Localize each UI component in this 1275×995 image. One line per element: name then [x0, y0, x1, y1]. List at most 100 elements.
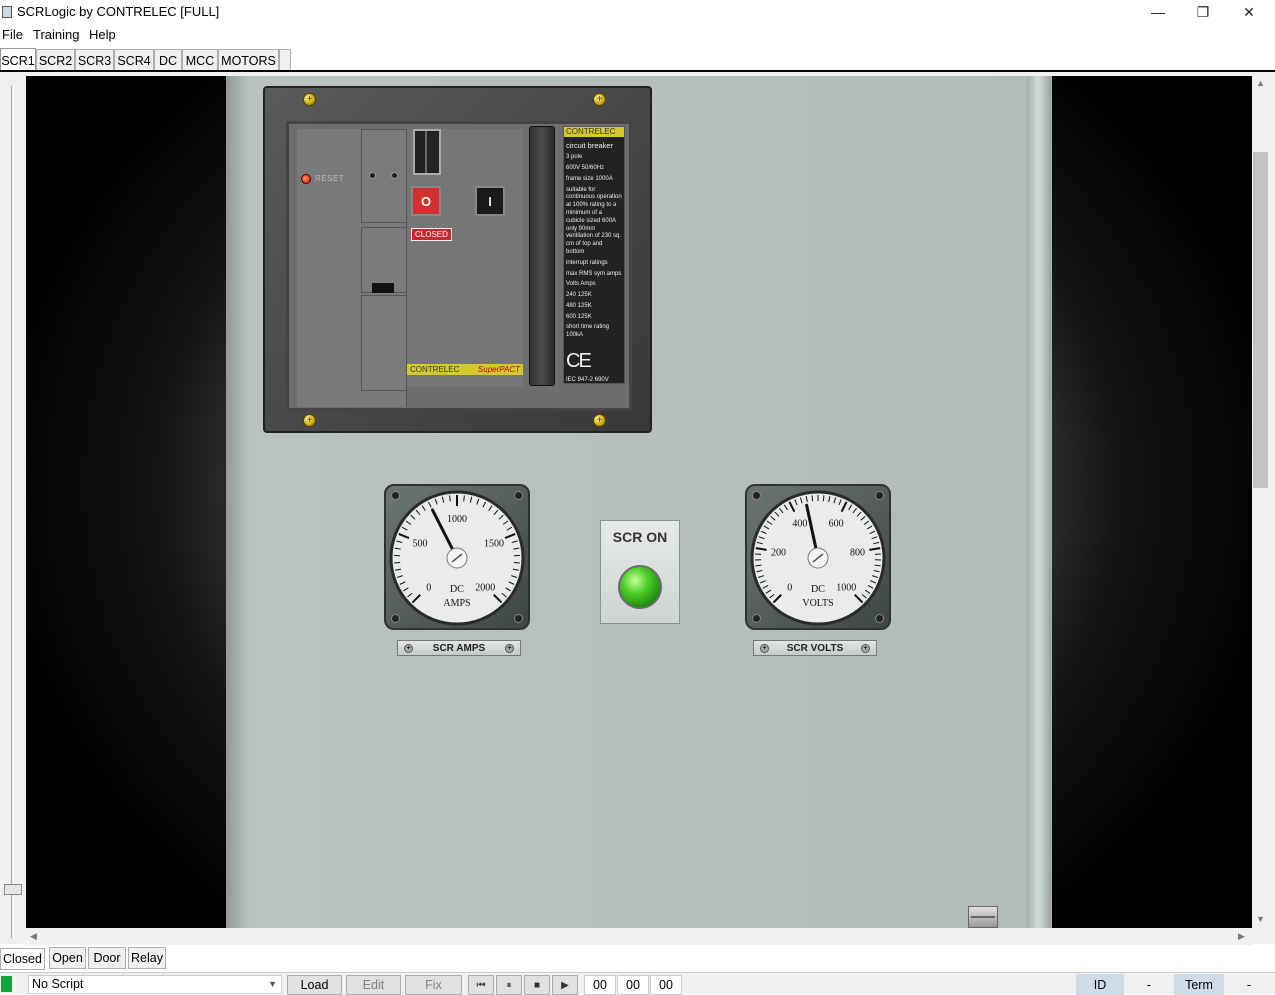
scr-on-button[interactable] [618, 565, 662, 609]
time-hours: 00 [584, 975, 616, 995]
scroll-right-icon[interactable]: ▶ [1238, 931, 1245, 942]
volts-dial: 02004006008001000DCVOLTS [747, 486, 889, 628]
id-label: ID [1076, 974, 1124, 995]
breaker-handle-rail[interactable] [529, 126, 555, 386]
nameplate-line: frame size 1000A [566, 176, 622, 184]
dial-tick [823, 495, 824, 501]
minimize-button[interactable]: — [1135, 0, 1181, 24]
restore-button[interactable]: ❐ [1180, 0, 1226, 24]
dial-tick-label: 1500 [484, 539, 504, 550]
scr-volts-plate: + SCR VOLTS + [753, 640, 877, 656]
dial-tick [464, 495, 465, 501]
vertical-scrollbar[interactable]: ▲ ▼ [1252, 76, 1269, 928]
time-seconds: 00 [650, 975, 682, 995]
skip-back-icon[interactable]: ⏮ [468, 975, 494, 995]
door-latch[interactable] [968, 906, 998, 928]
lower-bay [361, 295, 407, 391]
close-button[interactable]: ✕ [1226, 0, 1272, 24]
title-bar: SCRLogic by CONTRELEC [FULL] — ❐ ✕ [0, 0, 1275, 24]
charge-handle-slot[interactable] [413, 129, 441, 175]
scroll-up-icon[interactable]: ▲ [1256, 78, 1265, 88]
window-title: SCRLogic by CONTRELEC [FULL] [17, 4, 219, 19]
stop-icon[interactable]: ■ [524, 975, 550, 995]
menu-training[interactable]: Training [33, 27, 79, 42]
breaker-open-button[interactable]: O [411, 186, 441, 216]
dial-tick-label: 0 [787, 582, 792, 593]
meter-screw-icon [752, 614, 761, 623]
tab-closed[interactable]: Closed [0, 948, 45, 970]
meter-screw-icon [391, 614, 400, 623]
tab-mcc[interactable]: MCC [182, 49, 218, 71]
scroll-down-icon[interactable]: ▼ [1256, 914, 1265, 924]
meter-screw-icon [875, 491, 884, 500]
trip-bay [361, 129, 407, 223]
tab-relay[interactable]: Relay [128, 947, 166, 969]
tab-door[interactable]: Door [88, 947, 126, 969]
bay-screw-icon [369, 172, 376, 179]
close-symbol: I [488, 194, 492, 209]
dial-tick-label: 400 [792, 518, 807, 529]
screw-icon: + [303, 93, 316, 106]
dial-tick [450, 495, 451, 501]
tab-open[interactable]: Open [49, 947, 86, 969]
meter-screw-icon [514, 614, 523, 623]
nameplate-specs: 3 pole600V 50/60Hzframe size 1000Asuitab… [566, 154, 622, 340]
ce-mark: CE [566, 348, 622, 374]
scr-on-station: SCR ON [600, 520, 680, 624]
menu-help[interactable]: Help [89, 27, 116, 42]
nameplate-line: max RMS sym amps [566, 271, 622, 279]
cabinet-edge-left [226, 76, 246, 928]
scr-amps-label: SCR AMPS [433, 643, 485, 654]
fix-button[interactable]: Fix [405, 975, 462, 995]
scr-volts-label: SCR VOLTS [787, 643, 843, 654]
nameplate-line: IEC 947-2 690V 50/60Hz [566, 377, 622, 384]
tab-scr1[interactable]: SCR1 [0, 48, 36, 72]
tab-scr3[interactable]: SCR3 [75, 49, 114, 71]
nameplate-brand: CONTRELEC [564, 127, 624, 137]
dial-tick-label: 600 [829, 518, 844, 529]
menu-file[interactable]: File [2, 27, 23, 42]
screw-icon: + [303, 414, 316, 427]
script-select-value: No Script [32, 977, 83, 991]
nameplate-line: 480 125K [566, 303, 622, 311]
zoom-slider-thumb[interactable] [4, 884, 22, 895]
vertical-scroll-thumb[interactable] [1253, 152, 1268, 488]
horizontal-scrollbar[interactable]: ◀ ▶ [26, 928, 1252, 945]
plate-screw-icon: + [861, 644, 870, 653]
dial-tick-label: 2000 [475, 582, 495, 593]
breaker-brand: CONTRELEC [410, 364, 459, 375]
zoom-slider-track[interactable] [11, 86, 14, 938]
open-symbol: O [421, 194, 431, 209]
scr-amps-meter: 0500100015002000DCAMPS [384, 484, 530, 630]
dial-tick-label: 500 [413, 539, 428, 550]
load-button[interactable]: Load [287, 975, 342, 995]
nameplate-footer: IEC 947-2 690V 50/60HzIcu 380/415V 150kA… [566, 377, 622, 384]
term-label: Term [1174, 974, 1224, 995]
script-select[interactable]: No Script ▼ [28, 975, 282, 994]
pause-icon[interactable]: ⏸ [496, 975, 522, 995]
nameplate-line: interrupt ratings [566, 260, 622, 268]
tab-scr2[interactable]: SCR2 [36, 49, 75, 71]
scene-viewport: + + + + RESET O I CLOSED [26, 76, 1252, 928]
edit-button[interactable]: Edit [346, 975, 401, 995]
tab-scr4[interactable]: SCR4 [114, 49, 154, 71]
nameplate-title: circuit breaker [566, 141, 622, 151]
scroll-left-icon[interactable]: ◀ [30, 931, 37, 942]
accessory-bay [361, 227, 407, 293]
breaker-trip-unit: RESET [297, 129, 407, 407]
status-indicator [1, 976, 12, 992]
term-value: - [1226, 974, 1272, 995]
breaker-model: SuperPACT [478, 364, 520, 375]
dial-unit-label: DC [450, 584, 464, 595]
scr-amps-plate: + SCR AMPS + [397, 640, 521, 656]
circuit-breaker: + + + + RESET O I CLOSED [263, 86, 652, 433]
meter-screw-icon [391, 491, 400, 500]
reset-button[interactable] [301, 174, 311, 184]
breaker-close-button[interactable]: I [475, 186, 505, 216]
breaker-nameplate: CONTRELEC circuit breaker 3 pole600V 50/… [563, 126, 625, 384]
tab-motors[interactable]: MOTORS [218, 49, 279, 71]
tab-dc[interactable]: DC [154, 49, 182, 71]
nameplate-line: 240 125K [566, 292, 622, 300]
play-icon[interactable]: ▶ [552, 975, 578, 995]
chevron-down-icon: ▼ [268, 976, 277, 993]
